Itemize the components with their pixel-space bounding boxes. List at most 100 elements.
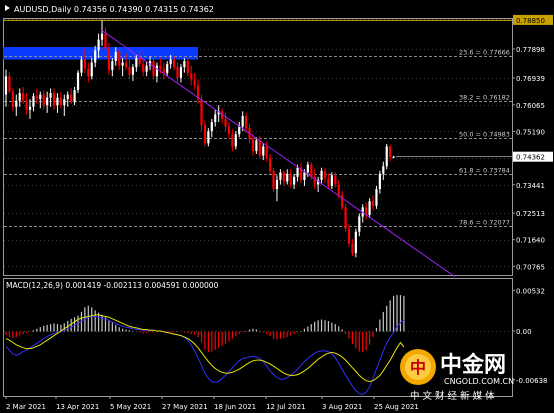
- macd-histogram-bar: [91, 307, 93, 332]
- candle-body: [63, 99, 66, 106]
- candle-body: [121, 62, 124, 66]
- macd-histogram-bar: [290, 331, 292, 336]
- candle-body: [76, 72, 80, 91]
- candle-body: [22, 93, 25, 101]
- candle-body: [35, 96, 38, 100]
- macd-histogram-bar: [43, 325, 45, 332]
- price-tick-label: 0.70765: [516, 263, 545, 271]
- macd-histogram-bar: [379, 319, 381, 332]
- macd-histogram-bar: [314, 321, 316, 332]
- candle-body: [238, 126, 241, 135]
- candle-body: [176, 67, 179, 78]
- candle-body: [159, 65, 162, 69]
- candle-body: [392, 156, 395, 158]
- candle-body: [179, 67, 183, 78]
- candle-body: [351, 243, 354, 254]
- macd-histogram-bar: [115, 324, 117, 332]
- candle-body: [251, 138, 255, 151]
- candle-body: [73, 90, 76, 103]
- candle-body: [111, 61, 114, 71]
- macd-histogram-bar: [348, 331, 350, 339]
- price-tick-label: 0.73441: [516, 182, 545, 190]
- candle-body: [18, 93, 21, 101]
- macd-histogram-bar: [22, 331, 24, 335]
- time-tick-label: 27 May 2021: [162, 403, 208, 411]
- candle-body: [11, 91, 14, 107]
- candle-body: [114, 51, 117, 62]
- macd-histogram-bar: [8, 331, 11, 338]
- candle-body: [145, 65, 148, 72]
- time-tick-label: 3 Aug 2021: [322, 403, 362, 411]
- candle-body: [245, 115, 248, 129]
- macd-histogram-bar: [392, 295, 395, 332]
- candle-body: [94, 50, 97, 63]
- candle-body: [142, 64, 145, 72]
- candle-body: [347, 228, 351, 244]
- candle-body: [128, 67, 131, 75]
- time-tick-label: 5 May 2021: [110, 403, 151, 411]
- macd-histogram-bar: [180, 331, 182, 332]
- candle-body: [15, 100, 18, 107]
- candle-body: [306, 164, 309, 173]
- price-label-text: 0.78850: [516, 17, 545, 25]
- candle-body: [200, 99, 203, 126]
- candle-body: [80, 59, 83, 73]
- time-tick-label: 18 Jun 2021: [214, 403, 256, 411]
- macd-histogram-bar: [283, 331, 285, 338]
- candle-body: [97, 39, 100, 51]
- candle-body: [327, 178, 330, 187]
- candle-body: [265, 146, 268, 159]
- candle-body: [279, 172, 282, 180]
- candle-body: [262, 146, 265, 156]
- macd-tick-label: -0.00638: [516, 377, 547, 385]
- macd-histogram-bar: [5, 331, 7, 335]
- macd-histogram-bar: [194, 331, 196, 335]
- candle-body: [193, 79, 196, 86]
- macd-histogram-bar: [248, 329, 251, 332]
- macd-histogram-bar: [29, 331, 31, 332]
- watermark-logo-char: 中: [410, 358, 426, 377]
- watermark-slogan: 中 文 财 经 新 媒 体: [410, 390, 495, 402]
- macd-histogram-bar: [238, 331, 240, 335]
- fib-level-label: 23.6 = 0.77666: [459, 49, 510, 57]
- candle-body: [42, 94, 45, 106]
- macd-histogram-bar: [125, 329, 127, 332]
- macd-histogram-bar: [372, 331, 374, 338]
- macd-histogram-bar: [39, 327, 41, 332]
- macd-histogram-bar: [355, 331, 357, 349]
- candle-body: [358, 216, 361, 232]
- macd-histogram-bar: [286, 331, 288, 338]
- macd-histogram-bar: [70, 318, 72, 332]
- candle-body: [8, 76, 11, 92]
- macd-histogram-bar: [94, 310, 96, 332]
- candle-body: [66, 94, 69, 100]
- price-tick-label: 0.76065: [516, 102, 545, 110]
- candle-body: [107, 48, 110, 71]
- candle-body: [344, 207, 347, 229]
- macd-histogram-bar: [218, 331, 220, 348]
- candle-body: [382, 166, 385, 174]
- macd-histogram-bar: [228, 331, 230, 342]
- candle-body: [255, 140, 258, 151]
- watermark-domain: CNGOLD.COM.CN: [444, 377, 514, 386]
- symbol-header: AUDUSD,Daily 0.74356 0.74390 0.74315 0.7…: [14, 5, 214, 14]
- macd-histogram-bar: [132, 331, 134, 332]
- candle-body: [234, 134, 237, 147]
- candle-body: [385, 146, 388, 167]
- macd-histogram-bar: [344, 331, 347, 335]
- macd-histogram-bar: [296, 331, 299, 333]
- candle-body: [39, 94, 42, 100]
- macd-histogram-bar: [338, 326, 340, 332]
- fib-level-label: 61.8 = 0.73784: [459, 167, 510, 175]
- price-tick-label: 0.75190: [516, 128, 545, 136]
- fib-level-label: 50.0 = 0.74983: [459, 131, 510, 139]
- chart-canvas: 23.6 = 0.77666 38.2 = 0.76182 50.0 = 0.749…: [0, 0, 554, 413]
- macd-histogram-bar: [351, 331, 354, 344]
- macd-histogram-bar: [12, 331, 14, 338]
- candle-body: [152, 61, 155, 77]
- macd-histogram-bar: [358, 331, 360, 352]
- candle-body: [323, 170, 327, 179]
- candle-body: [52, 93, 56, 106]
- candle-body: [135, 58, 138, 68]
- macd-histogram-bar: [187, 331, 189, 334]
